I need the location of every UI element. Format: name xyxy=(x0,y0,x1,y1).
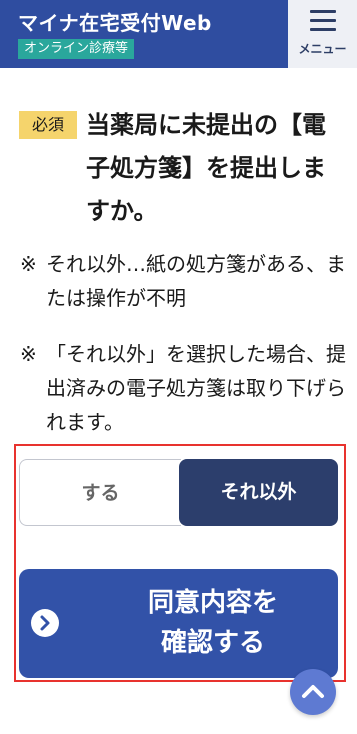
confirm-consent-button[interactable]: 同意内容を 確認する xyxy=(19,569,338,678)
chevron-up-icon xyxy=(302,685,324,698)
note-text: 「それ以外」を選択した場合、提出済みの電子処方箋は取り下げられます。 xyxy=(46,342,346,434)
note-item: ※ それ以外…紙の処方箋がある、または操作が不明 xyxy=(20,247,350,317)
choice-other-button[interactable]: それ以外 xyxy=(179,459,338,526)
hamburger-icon xyxy=(310,10,336,32)
menu-button[interactable]: メニュー xyxy=(288,0,357,68)
confirm-button-label: 同意内容を 確認する xyxy=(147,588,278,658)
scroll-top-button[interactable] xyxy=(290,669,336,715)
app-title[interactable]: マイナ在宅受付Web xyxy=(18,7,212,36)
note-mark: ※ xyxy=(20,252,37,276)
app-header: マイナ在宅受付Web オンライン診療等 メニュー xyxy=(0,0,357,68)
question-text: 当薬局に未提出の【電子処方箋】を提出しますか。 xyxy=(86,111,326,225)
choice-submit-button[interactable]: する xyxy=(19,459,181,526)
menu-label: メニュー xyxy=(298,42,347,56)
note-mark: ※ xyxy=(20,342,37,366)
required-badge: 必須 xyxy=(19,111,77,139)
note-text: それ以外…紙の処方箋がある、または操作が不明 xyxy=(46,252,346,310)
chevron-right-circle-icon xyxy=(31,609,59,637)
note-item: ※ 「それ以外」を選択した場合、提出済みの電子処方箋は取り下げられます。 xyxy=(20,337,350,441)
app-subtitle-badge: オンライン診療等 xyxy=(18,39,135,59)
